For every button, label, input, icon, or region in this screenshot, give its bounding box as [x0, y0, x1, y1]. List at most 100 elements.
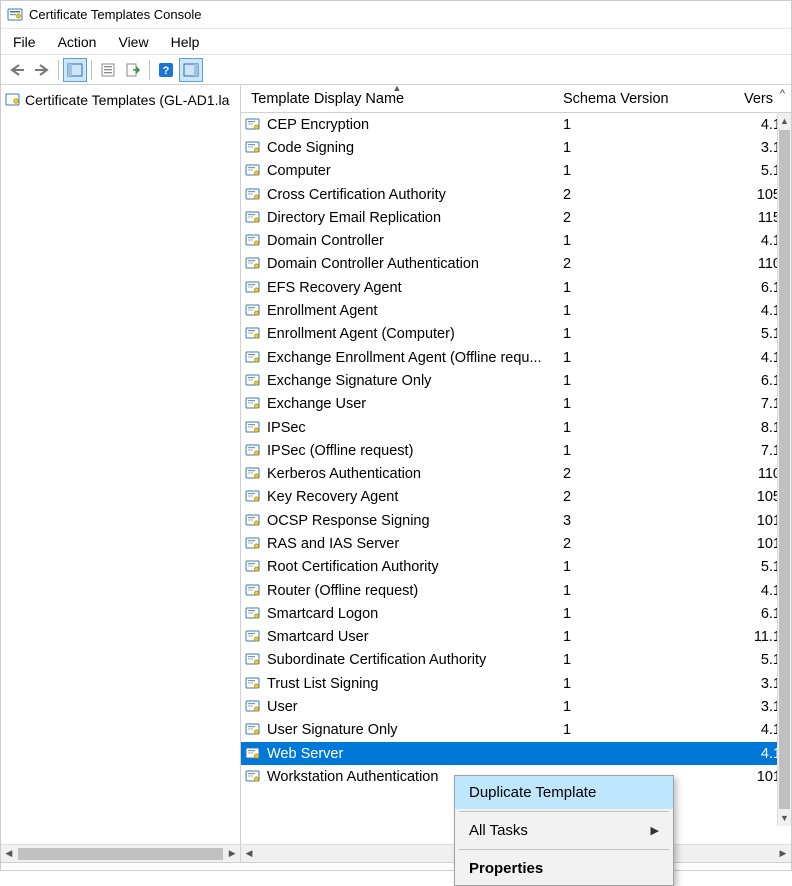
- window-title: Certificate Templates Console: [29, 7, 201, 22]
- menu-view[interactable]: View: [108, 31, 158, 53]
- context-menu-separator: [459, 811, 669, 812]
- row-name-label: Exchange Enrollment Agent (Offline requ.…: [267, 350, 542, 366]
- table-row[interactable]: Exchange Signature Only 1 6.1: [241, 369, 791, 392]
- ctx-properties[interactable]: Properties: [455, 852, 673, 885]
- show-actions-button[interactable]: [179, 58, 203, 82]
- scroll-left-icon[interactable]: ◀: [1, 846, 17, 862]
- cert-template-icon: [245, 699, 261, 715]
- ctx-duplicate-template[interactable]: Duplicate Template: [455, 776, 673, 809]
- table-row[interactable]: Code Signing 1 3.1: [241, 136, 791, 159]
- table-row[interactable]: CEP Encryption 1 4.1: [241, 113, 791, 136]
- row-schema-label: 2: [553, 536, 719, 552]
- cert-template-icon: [245, 629, 261, 645]
- table-row[interactable]: Enrollment Agent (Computer) 1 5.1: [241, 323, 791, 346]
- scroll-left-icon[interactable]: ◀: [241, 846, 257, 862]
- table-row[interactable]: Directory Email Replication 2 115: [241, 206, 791, 229]
- col-header-name[interactable]: Template Display Name ▲: [241, 85, 553, 112]
- cert-templates-icon: [5, 92, 21, 108]
- row-schema-label: 1: [553, 163, 719, 179]
- row-schema-label: 1: [553, 652, 719, 668]
- tree-root-item[interactable]: Certificate Templates (GL-AD1.la: [3, 89, 238, 111]
- table-row[interactable]: Domain Controller 1 4.1: [241, 229, 791, 252]
- cert-template-icon: [245, 373, 261, 389]
- cert-template-icon: [245, 746, 261, 762]
- tree-content: Certificate Templates (GL-AD1.la: [1, 85, 240, 844]
- table-row[interactable]: OCSP Response Signing 3 101: [241, 509, 791, 532]
- show-tree-button[interactable]: [63, 58, 87, 82]
- table-row[interactable]: Exchange Enrollment Agent (Offline requ.…: [241, 346, 791, 369]
- row-name-label: Workstation Authentication: [267, 769, 438, 785]
- row-name-label: IPSec (Offline request): [267, 443, 413, 459]
- table-row[interactable]: Smartcard Logon 1 6.1: [241, 602, 791, 625]
- nav-back-button[interactable]: [5, 58, 29, 82]
- table-row[interactable]: RAS and IAS Server 2 101: [241, 532, 791, 555]
- table-row[interactable]: Cross Certification Authority 2 105: [241, 183, 791, 206]
- cert-template-icon: [245, 536, 261, 552]
- cert-template-icon: [245, 676, 261, 692]
- row-schema-label: 3: [553, 513, 719, 529]
- row-name-label: Subordinate Certification Authority: [267, 652, 486, 668]
- table-row[interactable]: User Signature Only 1 4.1: [241, 719, 791, 742]
- window-root: Certificate Templates Console File Actio…: [0, 0, 792, 871]
- row-name-label: Cross Certification Authority: [267, 187, 446, 203]
- scroll-right-icon[interactable]: ▶: [775, 846, 791, 862]
- table-row[interactable]: Enrollment Agent 1 4.1: [241, 299, 791, 322]
- row-schema-label: 1: [553, 629, 719, 645]
- help-button[interactable]: ?: [154, 58, 178, 82]
- table-row[interactable]: IPSec 1 8.1: [241, 416, 791, 439]
- tree-pane: Certificate Templates (GL-AD1.la: [1, 85, 241, 844]
- cert-template-icon: [245, 326, 261, 342]
- table-row[interactable]: Kerberos Authentication 2 110: [241, 462, 791, 485]
- table-row[interactable]: User 1 3.1: [241, 695, 791, 718]
- row-schema-label: 1: [553, 722, 719, 738]
- row-name-label: Enrollment Agent (Computer): [267, 326, 455, 342]
- menu-file[interactable]: File: [3, 31, 46, 53]
- table-row[interactable]: IPSec (Offline request) 1 7.1: [241, 439, 791, 462]
- row-name-label: User: [267, 699, 298, 715]
- row-name-label: Smartcard User: [267, 629, 369, 645]
- row-name-label: EFS Recovery Agent: [267, 280, 402, 296]
- vertical-scrollbar[interactable]: ▲ ▼: [777, 113, 791, 826]
- context-menu: Duplicate Template All Tasks ▶ Propertie…: [454, 775, 674, 886]
- table-row[interactable]: Router (Offline request) 1 4.1: [241, 579, 791, 602]
- title-bar: Certificate Templates Console: [1, 1, 791, 29]
- row-schema-label: 1: [553, 583, 719, 599]
- table-row[interactable]: Trust List Signing 1 3.1: [241, 672, 791, 695]
- col-header-schema-label: Schema Version: [563, 91, 669, 107]
- scroll-up-icon[interactable]: ▲: [778, 113, 791, 129]
- cert-template-icon: [245, 256, 261, 272]
- cert-template-icon: [245, 652, 261, 668]
- row-name-label: User Signature Only: [267, 722, 398, 738]
- row-schema-label: 2: [553, 466, 719, 482]
- table-row[interactable]: Domain Controller Authentication 2 110: [241, 253, 791, 276]
- cert-template-icon: [245, 303, 261, 319]
- submenu-arrow-icon: ▶: [651, 824, 659, 837]
- table-row[interactable]: Computer 1 5.1: [241, 160, 791, 183]
- scroll-right-icon[interactable]: ▶: [224, 846, 240, 862]
- table-row[interactable]: Smartcard User 1 11.1: [241, 626, 791, 649]
- cert-template-icon: [245, 280, 261, 296]
- table-row[interactable]: Web Server 4.1: [241, 742, 791, 765]
- ctx-all-tasks[interactable]: All Tasks ▶: [455, 814, 673, 847]
- table-row[interactable]: Key Recovery Agent 2 105: [241, 486, 791, 509]
- table-row[interactable]: Exchange User 1 7.1: [241, 393, 791, 416]
- properties-button[interactable]: [96, 58, 120, 82]
- row-schema-label: 2: [553, 489, 719, 505]
- table-row[interactable]: EFS Recovery Agent 1 6.1: [241, 276, 791, 299]
- table-row[interactable]: Subordinate Certification Authority 1 5.…: [241, 649, 791, 672]
- tree-scroll-thumb[interactable]: [18, 848, 224, 860]
- export-button[interactable]: [121, 58, 145, 82]
- col-header-version[interactable]: Vers ^: [719, 85, 791, 112]
- scroll-down-icon[interactable]: ▼: [778, 810, 791, 826]
- scroll-thumb[interactable]: [779, 130, 790, 809]
- cert-template-icon: [245, 233, 261, 249]
- table-row[interactable]: Root Certification Authority 1 5.1: [241, 556, 791, 579]
- tree-horizontal-scrollbar[interactable]: ◀ ▶: [1, 845, 241, 862]
- col-header-schema[interactable]: Schema Version: [553, 85, 719, 112]
- toolbar-separator: [91, 60, 92, 80]
- nav-forward-button[interactable]: [30, 58, 54, 82]
- menu-help[interactable]: Help: [161, 31, 210, 53]
- menu-action[interactable]: Action: [48, 31, 107, 53]
- cert-template-icon: [245, 117, 261, 133]
- row-schema-label: 2: [553, 210, 719, 226]
